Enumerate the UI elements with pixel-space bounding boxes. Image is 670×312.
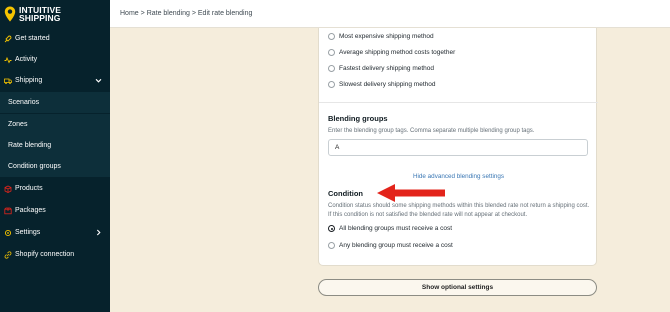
- blending-groups-title: Blending groups: [328, 114, 388, 123]
- sidebar-item-scenarios[interactable]: Scenarios: [0, 92, 110, 113]
- sidebar-item-label: Settings: [15, 229, 41, 236]
- breadcrumb-home[interactable]: Home: [120, 10, 139, 17]
- radio-label: Average shipping method costs together: [339, 49, 456, 56]
- method-option-fastest[interactable]: Fastest delivery shipping method: [328, 65, 434, 72]
- radio-label: All blending groups must receive a cost: [339, 225, 453, 232]
- radio-button-selected[interactable]: [328, 225, 335, 232]
- chevron-down-icon: [95, 78, 102, 83]
- condition-option-all-groups[interactable]: All blending groups must receive a cost: [328, 225, 452, 232]
- logo-line-2: SHIPPING: [19, 13, 61, 23]
- condition-help-text: Condition status should some shipping me…: [328, 203, 590, 218]
- radio-label: Any blending group must receive a cost: [339, 242, 453, 249]
- breadcrumb-rate-blending[interactable]: Rate blending: [147, 10, 190, 17]
- section-divider: [319, 102, 598, 103]
- blending-groups-help-text: Enter the blending group tags. Comma sep…: [328, 128, 535, 134]
- radio-button[interactable]: [328, 65, 335, 72]
- sidebar-item-shopify-connection[interactable]: Shopify connection: [0, 244, 110, 265]
- sidebar-item-get-started[interactable]: Get started: [0, 28, 110, 49]
- sidebar-item-products[interactable]: Products: [0, 178, 110, 199]
- rocket-icon: [4, 35, 12, 42]
- sidebar-item-label: Packages: [15, 207, 46, 214]
- blending-groups-input[interactable]: [328, 139, 588, 156]
- sidebar-item-packages[interactable]: Packages: [0, 200, 110, 221]
- sidebar-item-label: Shopify connection: [15, 251, 75, 258]
- breadcrumb: Home > Rate blending > Edit rate blendin…: [120, 10, 252, 17]
- radio-button[interactable]: [328, 33, 335, 40]
- top-bar: Home > Rate blending > Edit rate blendin…: [110, 0, 670, 28]
- sidebar-item-label: Condition groups: [8, 163, 61, 170]
- sidebar: INTUITIVE SHIPPING Get started Activity …: [0, 0, 110, 312]
- sidebar-item-label: Shipping: [15, 77, 43, 84]
- radio-button[interactable]: [328, 81, 335, 88]
- truck-icon: [4, 78, 12, 84]
- method-option-slowest[interactable]: Slowest delivery shipping method: [328, 81, 435, 88]
- method-option-most-expensive[interactable]: Most expensive shipping method: [328, 33, 434, 40]
- sidebar-item-rate-blending[interactable]: Rate blending: [0, 135, 110, 156]
- sidebar-item-zones[interactable]: Zones: [0, 114, 110, 135]
- hide-advanced-settings-link[interactable]: Hide advanced blending settings: [319, 173, 598, 180]
- sidebar-item-shipping[interactable]: Shipping: [0, 70, 110, 91]
- breadcrumb-current: Edit rate blending: [197, 10, 253, 17]
- radio-button[interactable]: [328, 242, 335, 249]
- show-optional-settings-button[interactable]: Show optional settings: [318, 279, 597, 296]
- sidebar-item-label: Products: [15, 185, 43, 192]
- logo[interactable]: INTUITIVE SHIPPING: [0, 0, 110, 28]
- method-option-average[interactable]: Average shipping method costs together: [328, 49, 455, 56]
- sidebar-item-label: Get started: [15, 35, 50, 42]
- radio-label: Most expensive shipping method: [339, 33, 434, 40]
- logo-text: INTUITIVE SHIPPING: [19, 5, 61, 23]
- box-icon: [4, 185, 12, 193]
- annotation-arrow-icon: [377, 184, 445, 202]
- link-icon: [4, 250, 12, 259]
- gear-icon: [4, 229, 12, 236]
- breadcrumb-separator: >: [191, 10, 196, 17]
- radio-label: Slowest delivery shipping method: [339, 81, 436, 88]
- breadcrumb-separator: >: [140, 10, 145, 17]
- sidebar-item-label: Rate blending: [8, 142, 52, 149]
- package-icon: [4, 207, 12, 214]
- sidebar-item-condition-groups[interactable]: Condition groups: [0, 156, 110, 177]
- location-pin-icon: [4, 6, 16, 22]
- sidebar-item-label: Scenarios: [8, 99, 40, 106]
- chevron-right-icon: [96, 229, 101, 236]
- condition-option-any-group[interactable]: Any blending group must receive a cost: [328, 242, 453, 249]
- sidebar-item-label: Zones: [8, 121, 28, 128]
- rate-blending-settings-card: Most expensive shipping method Average s…: [318, 28, 598, 266]
- sidebar-item-label: Activity: [15, 56, 38, 63]
- radio-button[interactable]: [328, 49, 335, 56]
- sidebar-item-activity[interactable]: Activity: [0, 49, 110, 70]
- condition-title: Condition: [328, 189, 363, 198]
- sidebar-item-settings[interactable]: Settings: [0, 222, 110, 243]
- radio-label: Fastest delivery shipping method: [339, 65, 435, 72]
- activity-icon: [4, 56, 12, 64]
